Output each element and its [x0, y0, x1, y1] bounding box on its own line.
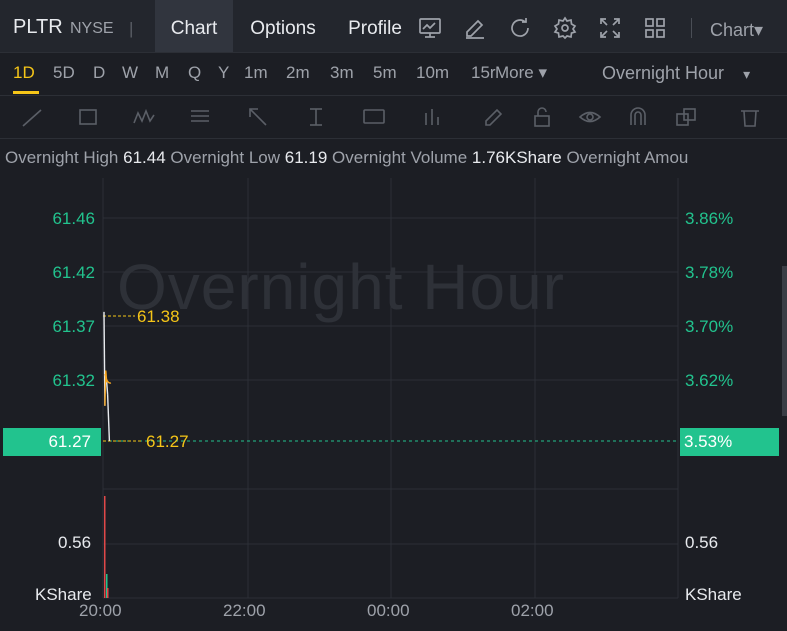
volume-bar: [107, 588, 109, 598]
session-watermark: Overnight Hour: [117, 251, 565, 323]
y-tick-right: 3.70%: [685, 317, 734, 336]
y-tick-right: 3.78%: [685, 263, 734, 282]
scrollbar[interactable]: [782, 266, 787, 416]
y-tick-left: 61.46: [52, 209, 95, 228]
current-price-label: 61.27: [146, 432, 189, 451]
y-tick-right: 3.86%: [685, 209, 734, 228]
x-tick: 20:00: [79, 601, 122, 620]
x-tick: 00:00: [367, 601, 410, 620]
price-line-segment: [106, 382, 109, 395]
volume-unit-right: KShare: [685, 585, 742, 604]
x-tick: 02:00: [511, 601, 554, 620]
high-price-label: 61.38: [137, 307, 180, 326]
y-tick-left: 61.37: [52, 317, 95, 336]
y-tick-left: 61.32: [52, 371, 95, 390]
price-line-segment: [107, 417, 111, 442]
volume-bar: [104, 496, 106, 598]
current-change-badge: 3.53%: [680, 428, 779, 456]
x-tick: 22:00: [223, 601, 266, 620]
volume-tick-right: 0.56: [685, 533, 719, 552]
current-price-badge: 61.27: [3, 428, 101, 456]
price-line-segment: [106, 394, 110, 418]
y-tick-left: 61.42: [52, 263, 95, 282]
y-tick-right: 3.62%: [685, 371, 734, 390]
volume-tick-left: 0.56: [58, 533, 92, 552]
